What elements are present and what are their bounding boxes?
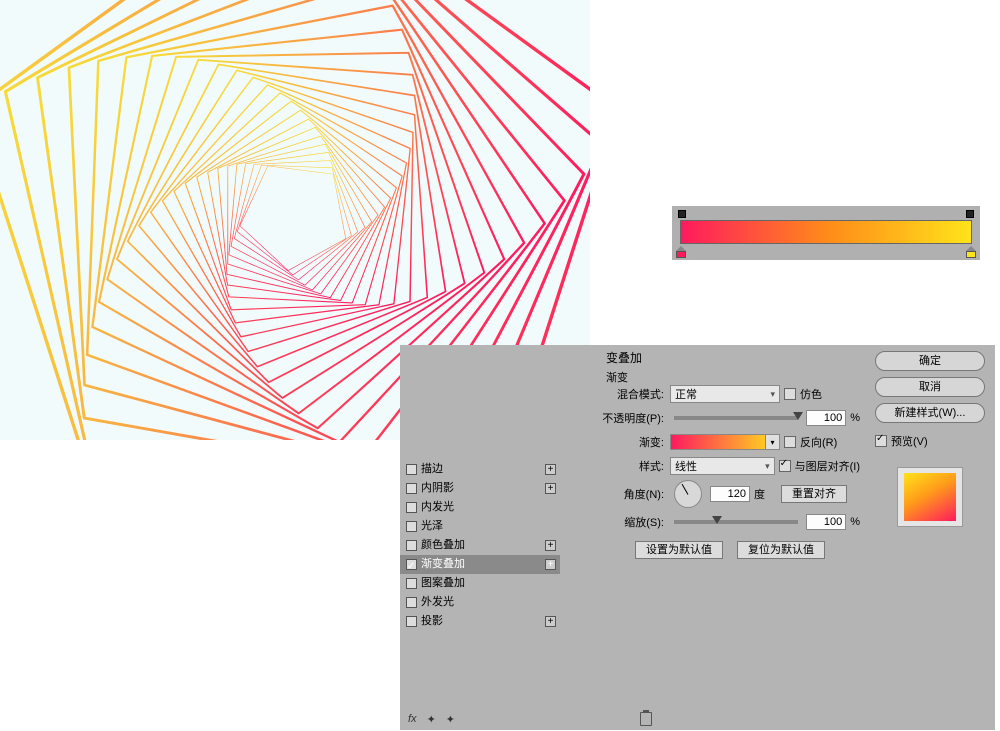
scale-value[interactable]: 100 <box>806 514 846 530</box>
effect-row-1[interactable]: 内阴影 + <box>400 479 560 498</box>
opacity-suffix: % <box>850 412 860 424</box>
add-effect-icon[interactable]: + <box>545 616 556 627</box>
effect-checkbox[interactable] <box>406 559 417 570</box>
cancel-button[interactable]: 取消 <box>875 377 985 397</box>
angle-suffix: 度 <box>754 486 765 502</box>
effect-row-8[interactable]: 投影 + <box>400 612 560 631</box>
effect-row-4[interactable]: 颜色叠加 + <box>400 536 560 555</box>
effect-label: 投影 <box>421 612 443 631</box>
effect-label: 外发光 <box>421 593 454 612</box>
blend-mode-value: 正常 <box>675 386 697 402</box>
chevron-down-icon: ▾ <box>765 461 770 472</box>
opacity-value[interactable]: 100 <box>806 410 846 426</box>
angle-dial[interactable] <box>674 480 702 508</box>
preview-swatch <box>897 467 963 527</box>
chevron-down-icon: ▾ <box>770 389 775 400</box>
add-effect-icon[interactable]: + <box>545 464 556 475</box>
gradient-preview-bar[interactable] <box>680 220 972 244</box>
ok-button[interactable]: 确定 <box>875 351 985 371</box>
effect-checkbox[interactable] <box>406 502 417 513</box>
color-stop-right[interactable] <box>966 246 976 258</box>
section-title: 变叠加 <box>606 349 642 366</box>
blend-mode-label: 混合模式: <box>600 386 666 402</box>
effect-label: 颜色叠加 <box>421 536 465 555</box>
effects-footer: fx ✦ ✦ <box>400 708 660 730</box>
new-style-button[interactable]: 新建样式(W)... <box>875 403 985 423</box>
effect-label: 图案叠加 <box>421 574 465 593</box>
effect-checkbox[interactable] <box>406 483 417 494</box>
effect-checkbox[interactable] <box>406 540 417 551</box>
opacity-stop-left[interactable] <box>678 210 686 218</box>
reset-align-button[interactable]: 重置对齐 <box>781 485 847 503</box>
angle-label: 角度(N): <box>600 486 666 502</box>
effect-checkbox[interactable] <box>406 521 417 532</box>
effect-row-2[interactable]: 内发光 <box>400 498 560 517</box>
blend-mode-select[interactable]: 正常 ▾ <box>670 385 780 403</box>
fx-menu-icon[interactable]: fx <box>408 713 417 725</box>
effect-row-0[interactable]: 描边 + <box>400 460 560 479</box>
move-up-icon[interactable]: ✦ <box>427 713 436 726</box>
align-checkbox[interactable] <box>779 460 791 472</box>
opacity-slider[interactable] <box>674 416 798 420</box>
dither-checkbox[interactable] <box>784 388 796 400</box>
preview-label: 预览(V) <box>891 433 928 449</box>
dither-label: 仿色 <box>800 386 822 402</box>
opacity-label: 不透明度(P): <box>600 410 666 426</box>
add-effect-icon[interactable]: + <box>545 483 556 494</box>
opacity-stop-right[interactable] <box>966 210 974 218</box>
style-select[interactable]: 线性 ▾ <box>670 457 775 475</box>
effect-label: 光泽 <box>421 517 443 536</box>
scale-label: 缩放(S): <box>600 514 666 530</box>
style-label: 样式: <box>600 458 666 474</box>
effect-checkbox[interactable] <box>406 578 417 589</box>
dialog-right-column: 确定 取消 新建样式(W)... 预览(V) <box>875 351 985 527</box>
reverse-checkbox[interactable] <box>784 436 796 448</box>
layer-style-dialog: 变叠加 渐变 描边+内阴影+内发光光泽颜色叠加+渐变叠加+图案叠加外发光投影+ … <box>400 345 995 730</box>
move-down-icon[interactable]: ✦ <box>446 713 455 726</box>
add-effect-icon[interactable]: + <box>545 540 556 551</box>
effect-row-5[interactable]: 渐变叠加 + <box>400 555 560 574</box>
gradient-overlay-form: 混合模式: 正常▾ 仿色 不透明度(P): 100 % 渐变: ▾ 反向(R) … <box>600 383 860 563</box>
effect-row-6[interactable]: 图案叠加 <box>400 574 560 593</box>
effect-label: 渐变叠加 <box>421 555 465 574</box>
gradient-label: 渐变: <box>600 434 666 450</box>
preview-checkbox[interactable] <box>875 435 887 447</box>
gradient-editor[interactable] <box>672 206 980 260</box>
effect-label: 描边 <box>421 460 443 479</box>
effect-checkbox[interactable] <box>406 597 417 608</box>
style-value: 线性 <box>675 458 697 474</box>
trash-icon[interactable] <box>640 712 652 726</box>
color-stop-left[interactable] <box>676 246 686 258</box>
scale-slider[interactable] <box>674 520 798 524</box>
effect-checkbox[interactable] <box>406 616 417 627</box>
effect-label: 内发光 <box>421 498 454 517</box>
effect-checkbox[interactable] <box>406 464 417 475</box>
gradient-swatch[interactable]: ▾ <box>670 434 780 450</box>
angle-value[interactable]: 120 <box>710 486 750 502</box>
effect-row-3[interactable]: 光泽 <box>400 517 560 536</box>
reset-default-button[interactable]: 复位为默认值 <box>737 541 825 559</box>
effect-row-7[interactable]: 外发光 <box>400 593 560 612</box>
effect-label: 内阴影 <box>421 479 454 498</box>
chevron-down-icon: ▾ <box>765 435 779 449</box>
add-effect-icon[interactable]: + <box>545 559 556 570</box>
align-label: 与图层对齐(I) <box>795 458 860 474</box>
set-default-button[interactable]: 设置为默认值 <box>635 541 723 559</box>
reverse-label: 反向(R) <box>800 434 837 450</box>
scale-suffix: % <box>850 516 860 528</box>
effects-list: 描边 + 内阴影 + 内发光光泽颜色叠加 + 渐变叠加 + 图案叠加外发光投影 + <box>400 460 560 708</box>
